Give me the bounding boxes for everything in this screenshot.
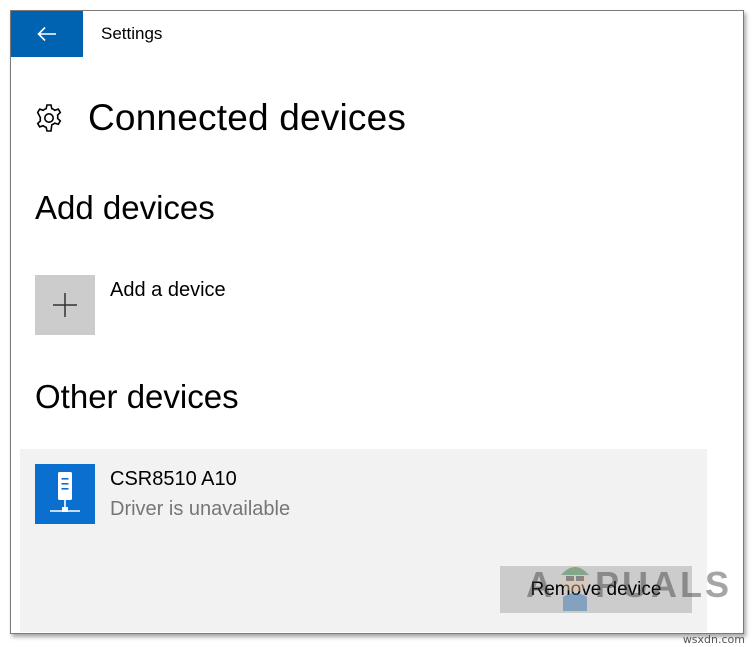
title-bar: Settings <box>11 11 743 58</box>
add-device-label[interactable]: Add a device <box>110 279 226 302</box>
page-header: Connected devices <box>34 95 406 141</box>
device-status: Driver is unavailable <box>110 498 291 520</box>
arrow-left-icon <box>37 26 56 42</box>
device-list-item[interactable]: CSR8510 A10 Driver is unavailable Remove… <box>20 449 707 632</box>
page-title: Connected devices <box>88 97 407 138</box>
remove-device-button[interactable]: Remove device <box>500 566 692 613</box>
gear-icon <box>34 102 66 134</box>
settings-window: Settings Connected devices Add devices A… <box>10 10 744 634</box>
usb-device-icon <box>35 464 95 524</box>
other-devices-heading: Other devices <box>35 378 239 415</box>
back-button[interactable] <box>11 11 83 57</box>
device-name: CSR8510 A10 <box>110 468 237 490</box>
add-devices-heading: Add devices <box>35 189 215 226</box>
site-watermark: wsxdn.com <box>682 633 745 646</box>
app-title: Settings <box>101 24 163 43</box>
plus-icon <box>53 293 77 317</box>
add-device-button[interactable] <box>35 275 95 335</box>
